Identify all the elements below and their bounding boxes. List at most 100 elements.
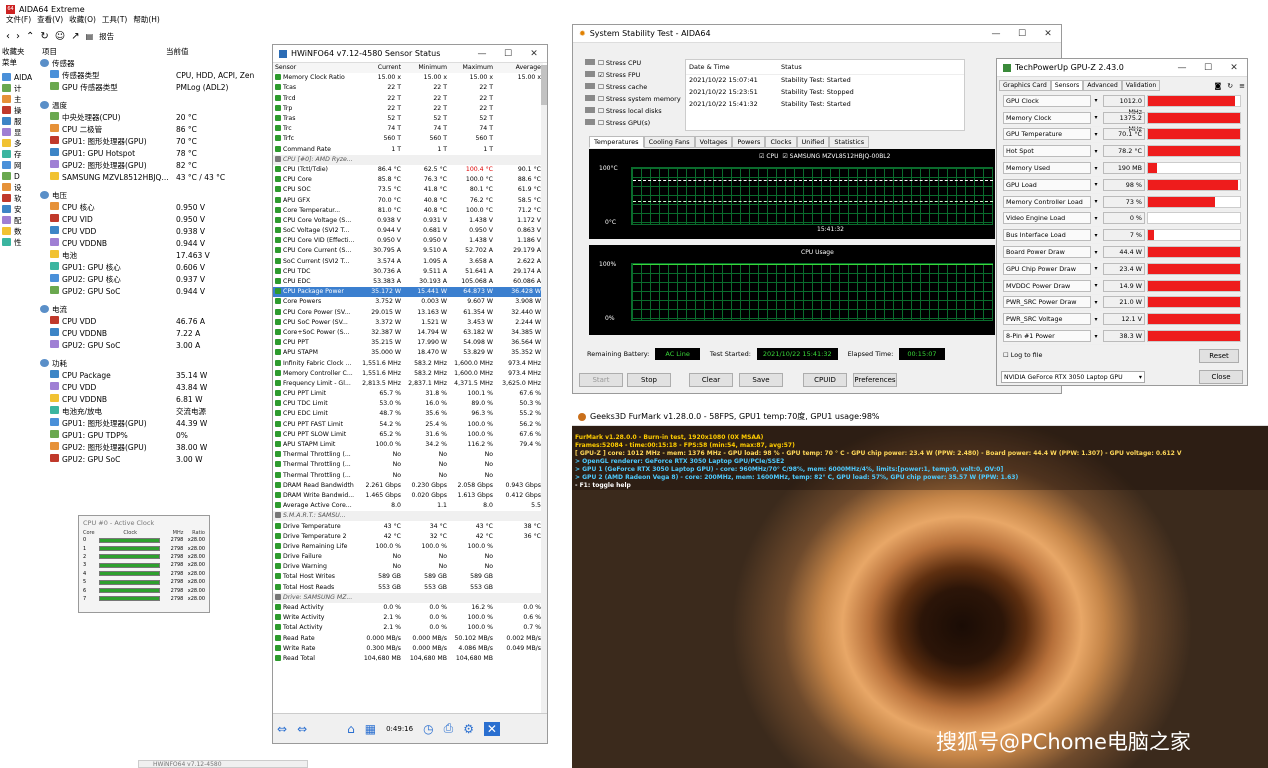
col-value[interactable]: 当前值	[166, 46, 189, 57]
stress-option[interactable]: ☐ Stress system memory	[585, 95, 683, 107]
sensor-row[interactable]: CPU VDD 46.76 A	[40, 316, 272, 328]
sensor-row[interactable]: Core Temperatur... 81.0 °C 40.8 °C 100.0 °C…	[273, 206, 543, 216]
sensor-row[interactable]: GPU2: GPU SoC 3.00 W	[40, 454, 272, 466]
sensor-row[interactable]: 电池 17.463 V	[40, 250, 272, 262]
sensor-row[interactable]: APU GFX 70.0 °C 40.8 °C 76.2 °C 58.5 °C	[273, 195, 543, 205]
menu-favorites[interactable]: 收藏(O)	[69, 14, 96, 26]
sensor-row[interactable]: GPU2: GPU SoC 0.944 V	[40, 286, 272, 298]
gpuz-sensor-name[interactable]: 8-Pin #1 Power	[1003, 330, 1091, 343]
gpuz-tab-sensors[interactable]: Sensors	[1050, 80, 1084, 91]
hwinfo-scrollbar[interactable]	[541, 65, 547, 715]
menu-view[interactable]: 查看(V)	[37, 14, 63, 26]
gpuz-tab-advanced[interactable]: Advanced	[1083, 80, 1122, 91]
sensor-row[interactable]: GPU1: GPU 核心 0.606 V	[40, 262, 272, 274]
start-button[interactable]: Start	[579, 373, 623, 387]
log-checkbox[interactable]: ☐	[1003, 351, 1009, 359]
sensor-row[interactable]: Memory Controller C... 1,551.6 MHz 583.2 M…	[273, 369, 543, 379]
sensor-row[interactable]: CPU VDD 0.938 V	[40, 226, 272, 238]
sensor-row[interactable]: GPU 传感器类型 PMLog (ADL2)	[40, 82, 272, 94]
sensor-row[interactable]: SoC Voltage (SVI2 T... 0.944 V 0.681 V 0.95…	[273, 226, 543, 236]
sensor-row[interactable]: Tcas 22 T 22 T 22 T	[273, 83, 543, 93]
gpuz-sensor-name[interactable]: Memory Used	[1003, 162, 1091, 175]
left-tree-item[interactable]: 软	[2, 193, 38, 204]
gpuz-close-button[interactable]: Close	[1199, 370, 1243, 384]
gpuz-sensor-name[interactable]: GPU Chip Power Draw	[1003, 262, 1091, 275]
left-tree-item[interactable]: 数	[2, 226, 38, 237]
close-icon[interactable]: ✕	[1035, 29, 1061, 39]
sensor-row[interactable]: CPU TDC 30.736 A 9.511 A 51.641 A 29.174 A	[273, 267, 543, 277]
sensor-row[interactable]: Total Host Reads 553 GB 553 GB 553 GB	[273, 583, 543, 593]
stress-option[interactable]: ☐ Stress CPU	[585, 59, 683, 71]
minimize-icon[interactable]: —	[469, 49, 495, 59]
up-icon[interactable]: ⌃	[26, 31, 34, 42]
menu-help[interactable]: 帮助(H)	[133, 14, 160, 26]
menu-icon[interactable]: ≡	[1239, 82, 1245, 90]
tab-cooling-fans[interactable]: Cooling Fans	[643, 136, 695, 148]
tab-favorites[interactable]: 收藏夹	[2, 46, 38, 57]
sensor-row[interactable]: CPU (Tctl/Tdie) 86.4 °C 62.5 °C 100.4 °C 90.…	[273, 165, 543, 175]
gpuz-tab-validation[interactable]: Validation	[1121, 80, 1161, 91]
close-icon[interactable]: ✕	[521, 49, 547, 59]
sensor-row[interactable]: Thermal Throttling (... No No No	[273, 471, 543, 481]
sensor-row[interactable]: Core+SoC Power (S... 32.387 W 14.794 W 63.1…	[273, 328, 543, 338]
sensor-row[interactable]: DRAM Read Bandwidth 2.261 Gbps 0.230 Gbps 2…	[273, 481, 543, 491]
sensor-row[interactable]: CPU EDC 53.383 A 30.193 A 105.068 A 60.086 A	[273, 277, 543, 287]
left-tree-item[interactable]: 配	[2, 215, 38, 226]
chevron-down-icon[interactable]: ▾	[1091, 97, 1101, 104]
tab-powers[interactable]: Powers	[732, 136, 766, 148]
chevron-down-icon[interactable]: ▾	[1091, 299, 1101, 306]
settings-icon[interactable]: ⚙	[463, 722, 474, 736]
sensor-row[interactable]: GPU2: 图形处理器(GPU) 38.00 W	[40, 442, 272, 454]
sensor-row[interactable]: Read Rate 0.000 MB/s 0.000 MB/s 50.102 MB/s…	[273, 634, 543, 644]
left-tree-item[interactable]: 计	[2, 83, 38, 94]
sensor-row[interactable]: CPU TDC Limit 53.0 % 16.0 % 89.0 % 50.3 %	[273, 399, 543, 409]
sensor-row[interactable]: APU STAPM 35.000 W 18.470 W 53.829 W 35.352 …	[273, 348, 543, 358]
tab-temperatures[interactable]: Temperatures	[589, 136, 644, 148]
stop-button[interactable]: Stop	[627, 373, 671, 387]
sensor-row[interactable]: CPU VID 0.950 V	[40, 214, 272, 226]
chevron-down-icon[interactable]: ▾	[1091, 249, 1101, 256]
sensor-row[interactable]: CPU VDDNB 6.81 W	[40, 394, 272, 406]
left-tree-item[interactable]: 服	[2, 116, 38, 127]
clock-icon[interactable]: ◷	[423, 722, 433, 736]
sensor-row[interactable]: DRAM Write Bandwid... 1.465 Gbps 0.020 Gbp…	[273, 491, 543, 501]
chevron-down-icon[interactable]: ▾	[1091, 181, 1101, 188]
minimize-icon[interactable]: —	[983, 29, 1009, 39]
gpuz-sensor-name[interactable]: Board Power Draw	[1003, 246, 1091, 259]
sensor-row[interactable]: Drive Failure No No No	[273, 552, 543, 562]
chevron-down-icon[interactable]: ▾	[1091, 114, 1101, 121]
tab-clocks[interactable]: Clocks	[765, 136, 797, 148]
sensor-row[interactable]: Average Active Core... 8.0 1.1 8.0 5.5	[273, 501, 543, 511]
checkbox-icon[interactable]: ☐	[598, 83, 604, 91]
sensor-row[interactable]: Trfc 560 T 560 T 560 T	[273, 134, 543, 144]
left-tree-item[interactable]: 网	[2, 160, 38, 171]
stress-option[interactable]: ☐ Stress local disks	[585, 107, 683, 119]
sensor-row[interactable]: GPU1: 图形处理器(GPU) 70 °C	[40, 136, 272, 148]
stress-option[interactable]: ☑ Stress FPU	[585, 71, 683, 83]
stress-option[interactable]: ☐ Stress cache	[585, 83, 683, 95]
taskbar-preview[interactable]: HWiNFO64 v7.12-4580	[138, 760, 308, 768]
menu-tools[interactable]: 工具(T)	[102, 14, 127, 26]
sensor-row[interactable]: Frequency Limit - Gl... 2,813.5 MHz 2,837.…	[273, 379, 543, 389]
checkbox-icon[interactable]: ☐	[598, 95, 604, 103]
sensor-row[interactable]: CPU PPT Limit 65.7 % 31.8 % 100.1 % 67.6 %	[273, 389, 543, 399]
legend-ssd-check[interactable]: ☑	[782, 153, 787, 160]
left-tree-item[interactable]: 存	[2, 149, 38, 160]
tab-unified[interactable]: Unified	[796, 136, 830, 148]
report-icon[interactable]: ▤	[86, 32, 94, 41]
sensor-row[interactable]: Total Host Writes 589 GB 589 GB 589 GB	[273, 572, 543, 582]
checkbox-checked-icon[interactable]: ☑	[598, 71, 604, 79]
chevron-down-icon[interactable]: ▾	[1091, 131, 1101, 138]
gpuz-sensor-name[interactable]: PWR_SRC Voltage	[1003, 313, 1091, 326]
sensor-row[interactable]: Read Total 104,680 MB 104,680 MB 104,680 MB	[273, 654, 543, 664]
sensor-row[interactable]: 传感器类型 CPU, HDD, ACPI, Zen	[40, 70, 272, 82]
network-icon[interactable]: ⌂	[347, 722, 355, 736]
preferences-button[interactable]: Preferences	[853, 373, 897, 387]
sensor-row[interactable]: 电池充/放电 交流电源	[40, 406, 272, 418]
left-tree-item[interactable]: 多	[2, 138, 38, 149]
back-icon[interactable]: ‹	[6, 31, 10, 42]
sensor-row[interactable]: CPU Core 85.8 °C 76.3 °C 100.0 °C 88.6 °C	[273, 175, 543, 185]
maximize-icon[interactable]: ☐	[495, 49, 521, 59]
sensor-row[interactable]: CPU Package 35.14 W	[40, 370, 272, 382]
hw-col-minimum[interactable]: Minimum	[403, 63, 449, 73]
